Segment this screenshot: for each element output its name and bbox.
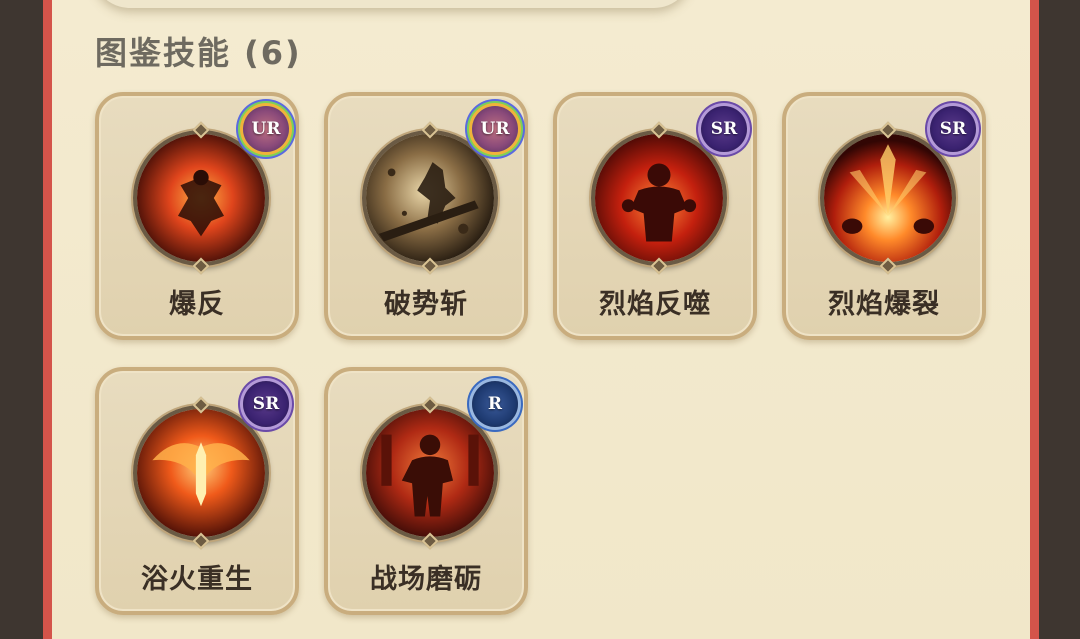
skill-name: 爆反 [169, 289, 225, 320]
skill-card-lieyanfanshi[interactable]: SR 烈焰反噬 [553, 92, 757, 340]
skill-card-lieyanbaolie[interactable]: SR 烈焰爆裂 [782, 92, 986, 340]
skill-card-baofan[interactable]: UR 爆反 [95, 92, 299, 340]
skill-card-zhanchangmoli[interactable]: R 战场磨砺 [324, 367, 528, 615]
rarity-badge: UR [243, 106, 289, 152]
skills-panel: 图鉴技能 (6) UR 爆反 UR 破势斩 SR 烈焰反噬 SR 烈焰爆裂 SR… [52, 0, 1030, 639]
previous-section-edge [92, 0, 692, 8]
skill-name: 烈焰爆裂 [828, 289, 940, 320]
phoenix-rebirth-icon [133, 405, 269, 541]
skill-name: 战场磨砺 [370, 564, 482, 595]
flame-burst-icon [820, 130, 956, 266]
skill-name: 浴火重生 [141, 564, 253, 595]
rarity-badge: UR [472, 106, 518, 152]
rarity-badge: SR [701, 106, 747, 152]
slashing-warrior-icon [362, 130, 498, 266]
skill-name: 破势斩 [384, 289, 468, 320]
skill-card-yuhuochongsheng[interactable]: SR 浴火重生 [95, 367, 299, 615]
skill-card-poshizhan[interactable]: UR 破势斩 [324, 92, 528, 340]
flame-backlash-icon [591, 130, 727, 266]
section-title: 图鉴技能 (6) [95, 34, 302, 72]
rarity-badge: R [472, 381, 518, 427]
exploding-warrior-icon [133, 130, 269, 266]
skill-name: 烈焰反噬 [599, 289, 711, 320]
rarity-badge: SR [243, 381, 289, 427]
battlefield-warrior-icon [362, 405, 498, 541]
rarity-badge: SR [930, 106, 976, 152]
